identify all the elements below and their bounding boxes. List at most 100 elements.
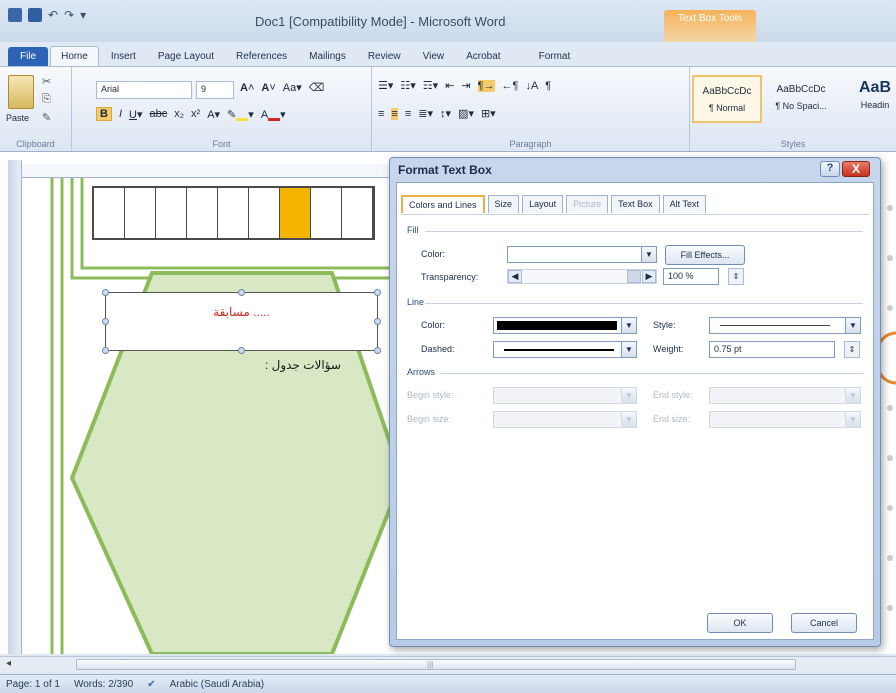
subscript-icon[interactable]: x₂ [174,108,184,120]
fill-effects-button[interactable]: Fill Effects... [665,245,745,265]
bullets-icon[interactable]: ☰▾ [378,79,393,92]
chevron-down-icon[interactable]: ▼ [621,342,636,357]
tab-layout[interactable]: Layout [522,195,564,213]
font-name-box[interactable]: Arial [96,81,192,99]
copy-icon[interactable]: ⎘ [42,93,51,106]
spinner-icon[interactable]: ⇕ [728,268,744,285]
borders-icon[interactable]: ⊞▾ [481,107,496,120]
line-spacing-icon[interactable]: ↕▾ [440,107,451,120]
tab-insert[interactable]: Insert [101,47,146,66]
highlight-icon[interactable]: ✎ ▾ [227,108,254,121]
undo-icon[interactable]: ↶ [48,8,58,22]
word-icon[interactable] [8,8,22,22]
horizontal-scrollbar[interactable]: ◂ ||| [0,656,896,672]
resize-handle[interactable] [374,347,381,354]
style-normal[interactable]: AaBbCcDc ¶ Normal [692,75,762,123]
scroll-left-icon[interactable]: ◂ [6,658,11,669]
text-effects-icon[interactable]: A▾ [207,108,220,121]
shading-icon[interactable]: ▨▾ [458,107,474,120]
resize-handle[interactable] [238,347,245,354]
tab-review[interactable]: Review [358,47,411,66]
format-painter-icon[interactable]: ✎ [42,111,51,124]
chevron-down-icon[interactable]: ▼ [621,318,636,333]
resize-handle[interactable] [102,318,109,325]
scrollbar-thumb[interactable] [76,659,796,670]
underline-icon[interactable]: U▾ [129,108,142,121]
rtl-icon[interactable]: ←¶ [502,80,519,92]
vertical-ruler[interactable] [8,160,22,654]
tab-text-box[interactable]: Text Box [611,195,660,213]
align-left-icon[interactable]: ≡ [378,108,384,120]
chevron-down-icon[interactable]: ▼ [641,247,656,262]
tab-file[interactable]: File [8,47,49,66]
grow-font-icon[interactable]: A˄ [240,82,254,94]
tab-alt-text[interactable]: Alt Text [662,195,706,213]
ok-button[interactable]: OK [707,613,773,633]
sort-icon[interactable]: ↓A [525,80,538,92]
change-case-icon[interactable]: Aa▾ [283,81,302,94]
clear-formatting-icon[interactable]: ⌫ [309,81,325,94]
cancel-button[interactable]: Cancel [791,613,857,633]
transparency-slider[interactable]: ◀ ▶ [507,269,657,284]
tab-size[interactable]: Size [487,195,520,213]
paste-button[interactable]: Paste [6,113,29,123]
font-color-icon[interactable]: A ▾ [261,108,286,121]
show-marks-icon[interactable]: ¶ [545,80,551,92]
page-count[interactable]: Page: 1 of 1 [6,679,60,690]
spinner-icon[interactable]: ⇕ [844,341,860,358]
slider-left-icon[interactable]: ◀ [508,270,522,283]
customize-qat-icon[interactable]: ▾ [80,8,86,22]
font-size-box[interactable]: 9 [196,81,234,99]
resize-handle[interactable] [238,289,245,296]
justify-icon[interactable]: ≣▾ [418,107,433,120]
tab-mailings[interactable]: Mailings [299,47,356,66]
strikethrough-icon[interactable]: abc [150,108,168,120]
dashed-dropdown[interactable]: ▼ [493,341,637,358]
multilevel-list-icon[interactable]: ☶▾ [423,79,438,92]
style-heading[interactable]: AaB Headin [840,75,896,123]
tab-page-layout[interactable]: Page Layout [148,47,224,66]
tab-colors-and-lines[interactable]: Colors and Lines [401,195,485,213]
save-icon[interactable] [28,8,42,22]
weight-input[interactable]: 0.75 pt ⇕ [709,341,860,358]
slider-thumb[interactable] [627,270,641,283]
line-color-dropdown[interactable]: ▼ [493,317,637,334]
shrink-font-icon[interactable]: A˅ [261,82,275,94]
font-group-label: Font [212,139,231,149]
align-right-icon[interactable]: ≡ [405,108,411,120]
align-center-icon[interactable]: ≡ [391,107,398,120]
word-count[interactable]: Words: 2/390 [74,679,133,690]
resize-handle[interactable] [374,289,381,296]
text-box-content[interactable]: مسابقة ..... [106,305,377,319]
proofing-icon[interactable]: ✔ [147,679,155,690]
paste-icon[interactable] [8,75,34,109]
slider-right-icon[interactable]: ▶ [642,270,656,283]
tab-home[interactable]: Home [50,46,99,66]
ltr-icon[interactable]: ¶→ [477,79,495,92]
decrease-indent-icon[interactable]: ⇤ [445,79,454,92]
superscript-icon[interactable]: x² [191,108,200,120]
style-no-spacing[interactable]: AaBbCcDc ¶ No Spaci... [766,75,836,123]
tab-view[interactable]: View [413,47,455,66]
increase-indent-icon[interactable]: ⇥ [461,79,470,92]
resize-handle[interactable] [102,289,109,296]
tab-references[interactable]: References [226,47,297,66]
numbering-icon[interactable]: ☷▾ [400,79,415,92]
language-indicator[interactable]: Arabic (Saudi Arabia) [170,679,265,690]
resize-handle[interactable] [374,318,381,325]
italic-icon[interactable]: I [119,108,122,120]
line-style-dropdown[interactable]: ▼ [709,317,861,334]
tab-acrobat[interactable]: Acrobat [456,47,510,66]
selected-text-box[interactable]: مسابقة ..... [105,292,378,351]
transparency-input[interactable]: 100 % ⇕ [663,268,744,285]
help-button[interactable]: ? [820,161,840,177]
horizontal-ruler[interactable] [22,164,402,178]
fill-color-dropdown[interactable]: ▼ [507,246,657,263]
redo-icon[interactable]: ↷ [64,8,74,22]
close-button[interactable]: X [842,161,870,177]
chevron-down-icon[interactable]: ▼ [845,318,860,333]
bold-icon[interactable]: B [96,107,112,121]
resize-handle[interactable] [102,347,109,354]
tab-format[interactable]: Format [529,47,581,66]
cut-icon[interactable]: ✂ [42,75,51,88]
